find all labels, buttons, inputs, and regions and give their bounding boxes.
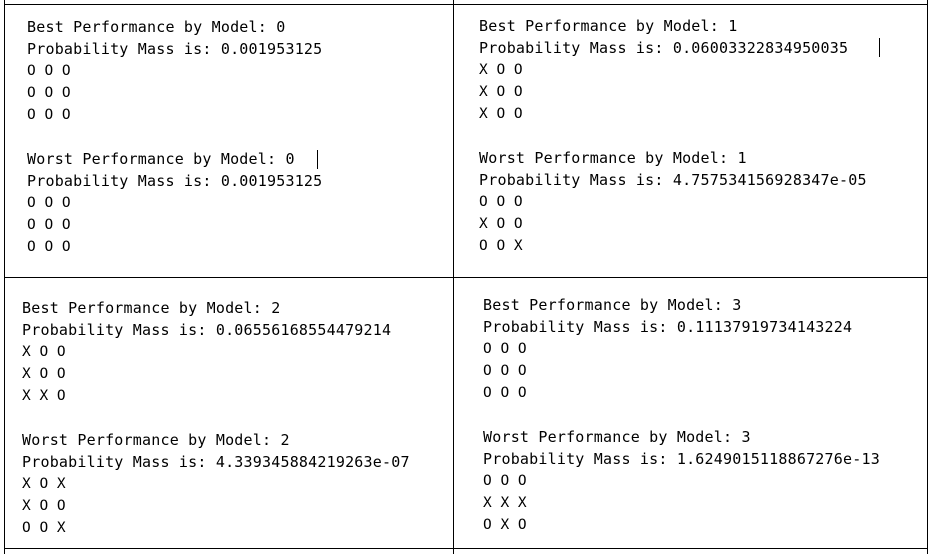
best-board: O O O O O O O O O (27, 60, 322, 126)
worst-probability: Probability Mass is: 4.757534156928347e-… (479, 171, 867, 189)
best-board: O O O O O O O O O (483, 338, 852, 404)
best-header: Best Performance by Model: 3 (483, 296, 742, 314)
worst-section: Worst Performance by Model: 0 Probabilit… (27, 148, 322, 258)
worst-probability: Probability Mass is: 1.6249015118867276e… (483, 450, 880, 468)
best-probability: Probability Mass is: 0.001953125 (27, 40, 323, 58)
board-row: O O O (27, 85, 71, 101)
best-probability: Probability Mass is: 0.06003322834950035 (479, 39, 849, 57)
top-border (4, 4, 928, 5)
worst-board: O O O X X X O X O (483, 470, 880, 536)
board-row: X O O (479, 106, 523, 122)
board-row: O O O (27, 63, 71, 79)
board-row: O O O (483, 473, 527, 489)
board-row: O O O (483, 341, 527, 357)
worst-header: Worst Performance by Model: 2 (22, 431, 290, 449)
worst-header: Worst Performance by Model: 1 (479, 149, 747, 167)
board-row: O O X (479, 238, 523, 254)
board-row: O O X (22, 520, 66, 536)
worst-board: X O X X O O O O X (22, 473, 410, 539)
text-cursor (879, 38, 880, 57)
board-row: X O X (22, 476, 66, 492)
worst-probability: Probability Mass is: 4.339345884219263e-… (22, 453, 410, 471)
board-row: X O O (22, 366, 66, 382)
best-probability: Probability Mass is: 0.11137919734143224 (483, 318, 853, 336)
board-row: X O O (479, 62, 523, 78)
best-board: X O O X O O X X O (22, 341, 391, 407)
worst-section: Worst Performance by Model: 3 Probabilit… (483, 426, 880, 536)
text-cursor (317, 150, 318, 169)
worst-header: Worst Performance by Model: 3 (483, 428, 751, 446)
board-row: O O O (483, 363, 527, 379)
board-row: O O O (27, 217, 71, 233)
best-section: Best Performance by Model: 0 Probability… (27, 16, 322, 126)
board-row: X X O (22, 388, 66, 404)
worst-board: O O O O O O O O O (27, 192, 322, 258)
best-header: Best Performance by Model: 2 (22, 299, 281, 317)
worst-section: Worst Performance by Model: 2 Probabilit… (22, 429, 410, 539)
bottom-border (4, 548, 928, 549)
best-section: Best Performance by Model: 1 Probability… (479, 15, 848, 125)
worst-header: Worst Performance by Model: 0 (27, 150, 295, 168)
worst-board: O O O X O O O O X (479, 191, 867, 257)
board-row: X O O (479, 216, 523, 232)
board-row: O O O (483, 385, 527, 401)
best-probability: Probability Mass is: 0.06556168554479214 (22, 321, 392, 339)
best-header: Best Performance by Model: 0 (27, 18, 286, 36)
board-row: X O O (22, 344, 66, 360)
board-row: O O O (479, 194, 523, 210)
middle-divider (4, 277, 928, 278)
best-board: X O O X O O X O O (479, 59, 848, 125)
worst-probability: Probability Mass is: 0.001953125 (27, 172, 323, 190)
board-row: X X X (483, 495, 527, 511)
results-figure: Best Performance by Model: 0 Probability… (0, 0, 932, 554)
board-row: X O O (22, 498, 66, 514)
worst-section: Worst Performance by Model: 1 Probabilit… (479, 147, 867, 257)
best-header: Best Performance by Model: 1 (479, 17, 738, 35)
best-section: Best Performance by Model: 3 Probability… (483, 294, 852, 404)
board-row: O O O (27, 195, 71, 211)
board-row: O O O (27, 107, 71, 123)
board-row: O O O (27, 239, 71, 255)
board-row: X O O (479, 84, 523, 100)
board-row: O X O (483, 517, 527, 533)
best-section: Best Performance by Model: 2 Probability… (22, 297, 391, 407)
